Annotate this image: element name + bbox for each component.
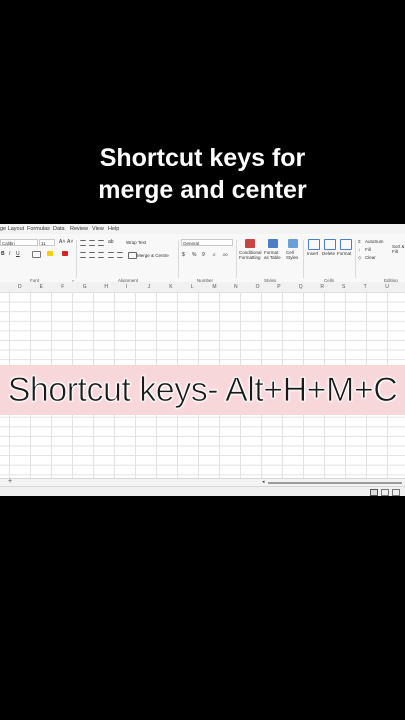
column-header[interactable]: O (256, 284, 260, 290)
delete-cells-icon[interactable] (324, 239, 336, 250)
currency-icon[interactable]: $ (182, 252, 185, 258)
autosum-icon[interactable]: Σ (358, 239, 361, 244)
format-as-table-icon[interactable] (268, 239, 278, 248)
sort-filter-button[interactable]: Sort & Filt (392, 244, 405, 254)
decrease-indent-icon[interactable] (108, 252, 114, 258)
excel-window: ge Layout Formulas Data Review View Help… (0, 224, 405, 496)
merge-center-icon[interactable] (128, 252, 137, 259)
page-layout-view-icon[interactable] (381, 489, 389, 496)
cell-styles-button[interactable]: Cell Styles (286, 250, 300, 260)
cell-styles-icon[interactable] (288, 239, 298, 248)
headline-line-1: Shortcut keys for (99, 144, 306, 172)
format-as-table-button[interactable]: Format as Table (264, 250, 284, 260)
percent-icon[interactable]: % (192, 252, 196, 258)
menu-data[interactable]: Data (53, 226, 65, 232)
divider (303, 240, 304, 278)
clear-button[interactable]: Clear (365, 255, 376, 260)
column-header[interactable]: M (212, 284, 216, 290)
insert-button[interactable]: Insert (307, 251, 318, 256)
increase-font-icon[interactable]: A˄ (59, 239, 65, 245)
wrap-text-button[interactable]: Wrap Text (126, 240, 146, 245)
conditional-formatting-button[interactable]: Conditional Formatting (239, 250, 263, 260)
increase-indent-icon[interactable] (117, 252, 123, 258)
column-header[interactable]: H (104, 284, 108, 290)
conditional-formatting-icon[interactable] (245, 239, 255, 248)
font-size-select[interactable]: 11 (39, 239, 55, 246)
column-header[interactable]: N (234, 284, 238, 290)
scroll-left-icon[interactable]: ◂ (262, 479, 265, 485)
status-bar (0, 486, 405, 496)
autosum-button[interactable]: AutoSum (365, 239, 384, 244)
number-format-select[interactable]: General (181, 239, 233, 246)
italic-icon[interactable]: I (9, 251, 10, 257)
column-header[interactable]: K (169, 284, 172, 290)
column-header[interactable]: L (191, 284, 194, 290)
menu-view[interactable]: View (92, 226, 104, 232)
delete-button[interactable]: Delete (322, 251, 335, 256)
menu-bar: ge Layout Formulas Data Review View Help (0, 224, 405, 234)
format-button[interactable]: Format (337, 251, 351, 256)
align-center-icon[interactable] (89, 252, 95, 258)
column-header[interactable]: I (126, 284, 127, 290)
column-header[interactable]: T (364, 284, 367, 290)
add-sheet-icon[interactable]: + (8, 478, 12, 485)
divider (178, 240, 179, 278)
align-bottom-icon[interactable] (98, 240, 104, 246)
column-header[interactable]: G (83, 284, 87, 290)
divider (236, 240, 237, 278)
menu-formulas[interactable]: Formulas (27, 226, 50, 232)
column-header[interactable]: E (40, 284, 43, 290)
align-middle-icon[interactable] (89, 240, 95, 246)
divider (76, 240, 77, 278)
decrease-decimal-icon[interactable]: .00 (222, 252, 228, 257)
column-header[interactable]: S (342, 284, 345, 290)
insert-cells-icon[interactable] (308, 239, 320, 250)
page-break-view-icon[interactable] (392, 489, 400, 496)
increase-decimal-icon[interactable]: .0 (212, 252, 215, 257)
column-header[interactable]: J (148, 284, 151, 290)
fill-down-icon[interactable]: ↓ (358, 247, 360, 252)
decrease-font-icon[interactable]: A˅ (67, 239, 73, 245)
merge-center-button[interactable]: Merge & Centre (137, 253, 169, 258)
format-cells-icon[interactable] (340, 239, 352, 250)
column-header[interactable]: F (61, 284, 64, 290)
fill-button[interactable]: Fill (365, 247, 371, 252)
column-header[interactable]: R (320, 284, 324, 290)
number-format-value: General (183, 241, 200, 246)
divider (355, 240, 356, 278)
column-header[interactable]: Q (299, 284, 303, 290)
underline-icon[interactable]: U (16, 251, 20, 257)
orientation-icon[interactable]: ab (108, 239, 114, 245)
column-header[interactable]: D (18, 284, 22, 290)
bold-icon[interactable]: B (1, 251, 5, 257)
align-left-icon[interactable] (80, 252, 86, 258)
headline-line-2: merge and center (98, 176, 307, 204)
normal-view-icon[interactable] (370, 489, 378, 496)
fill-color-icon[interactable] (47, 251, 53, 256)
banner-text: Shortcut keys- Alt+H+M+C (7, 371, 398, 410)
font-size-value: 11 (41, 241, 46, 246)
menu-help[interactable]: Help (108, 226, 119, 232)
clear-icon[interactable]: ◇ (358, 255, 361, 261)
font-name-value: Calibri (2, 241, 15, 246)
shortcut-banner: Shortcut keys- Alt+H+M+C (0, 365, 405, 415)
align-top-icon[interactable] (80, 240, 86, 246)
menu-page-layout[interactable]: ge Layout (0, 226, 24, 232)
comma-style-icon[interactable]: 9 (202, 252, 205, 258)
font-color-icon[interactable] (62, 251, 68, 256)
menu-review[interactable]: Review (70, 226, 88, 232)
font-name-select[interactable]: Calibri (0, 239, 38, 246)
horizontal-scrollbar[interactable] (268, 482, 402, 484)
column-header[interactable]: U (385, 284, 389, 290)
borders-icon[interactable] (32, 251, 41, 258)
align-right-icon[interactable] (98, 252, 104, 258)
column-header[interactable]: P (277, 284, 280, 290)
